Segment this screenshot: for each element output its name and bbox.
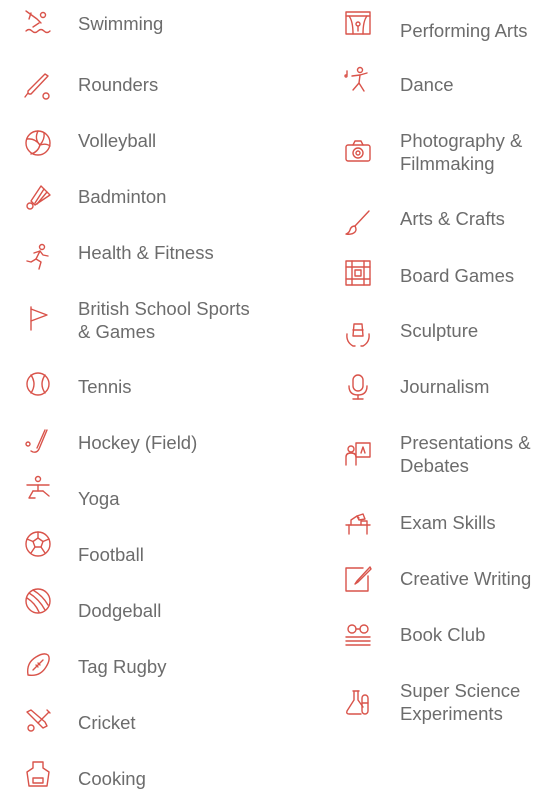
swimming-icon [20, 4, 56, 40]
tennis-ball-icon [20, 366, 56, 402]
activity-label: Journalism [400, 376, 490, 397]
paintbrush-icon [340, 205, 376, 241]
activity-label: Health & Fitness [78, 242, 214, 263]
camera-icon [340, 133, 376, 169]
activity-label: Yoga [78, 488, 120, 509]
activity-label: Badminton [78, 186, 167, 207]
dodgeball-icon [20, 583, 56, 619]
sculpture-hands-icon [340, 317, 376, 353]
activity-label: Super Science Experiments [400, 680, 521, 724]
rounders-bat-icon [20, 69, 56, 105]
activity-label: Football [78, 544, 144, 565]
activity-label: Photography & Filmmaking [400, 130, 523, 174]
microphone-icon [340, 369, 376, 405]
activity-label: British School Sports & Games [78, 298, 250, 342]
activity-label: Arts & Crafts [400, 208, 505, 229]
yoga-pose-icon [20, 471, 56, 507]
volleyball-icon [20, 125, 56, 161]
activity-label: Board Games [400, 265, 515, 286]
running-person-icon [20, 239, 56, 275]
stage-icon [340, 6, 376, 42]
cricket-bats-icon [20, 703, 56, 739]
dancer-icon [340, 62, 376, 98]
desk-lamp-icon [340, 504, 376, 540]
activity-label: Dodgeball [78, 600, 162, 621]
flag-icon [20, 300, 56, 336]
football-icon [20, 526, 56, 562]
activity-label: Sculpture [400, 320, 479, 341]
activity-label: Exam Skills [400, 512, 496, 533]
activity-label: Performing Arts [400, 20, 528, 41]
activity-label: Presentations & Debates [400, 432, 531, 476]
activity-label: Volleyball [78, 130, 157, 151]
rugby-ball-icon [20, 647, 56, 683]
activity-label: Rounders [78, 74, 159, 95]
pen-and-paper-icon [340, 561, 376, 597]
activity-label: Hockey (Field) [78, 432, 198, 453]
activity-label: Cricket [78, 712, 136, 733]
presenter-icon [340, 436, 376, 472]
board-game-icon [340, 255, 376, 291]
books-glasses-icon [340, 616, 376, 652]
activity-label: Swimming [78, 13, 164, 34]
activity-label: Dance [400, 74, 454, 95]
flask-icon [340, 684, 376, 720]
activity-label: Tennis [78, 376, 132, 397]
activity-label: Book Club [400, 624, 486, 645]
activity-label: Creative Writing [400, 568, 532, 589]
shuttlecock-icon [20, 180, 56, 216]
apron-icon [20, 756, 56, 792]
hockey-stick-icon [20, 424, 56, 460]
activity-label: Tag Rugby [78, 656, 167, 677]
activity-label: Cooking [78, 768, 146, 789]
